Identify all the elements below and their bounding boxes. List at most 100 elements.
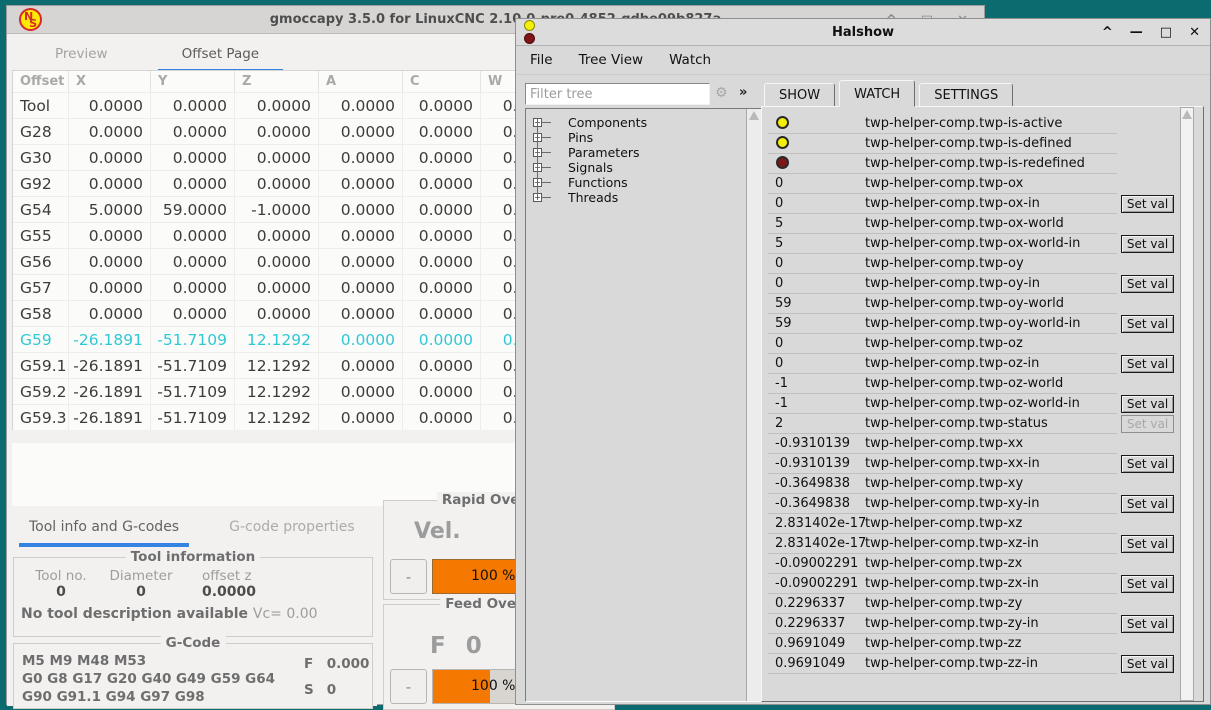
halshow-tab[interactable]: SETTINGS <box>919 83 1013 107</box>
tree-item[interactable]: + Pins <box>526 130 761 145</box>
rapid-override-minus-button[interactable]: - <box>390 559 427 594</box>
set-val-button[interactable]: Set val <box>1121 275 1174 293</box>
offset-c[interactable]: 0.0000 <box>403 171 481 196</box>
offset-x[interactable]: 0.0000 <box>69 301 151 326</box>
offset-y[interactable]: 0.0000 <box>151 275 235 300</box>
offset-x[interactable]: 0.0000 <box>69 249 151 274</box>
scroll-up-icon[interactable] <box>749 111 759 120</box>
scroll-up-icon[interactable] <box>1182 110 1192 119</box>
set-val-button[interactable]: Set val <box>1121 455 1174 473</box>
set-val-button[interactable]: Set val <box>1121 395 1174 413</box>
offset-a[interactable]: 0.0000 <box>319 379 403 404</box>
offset-y[interactable]: 0.0000 <box>151 145 235 170</box>
offset-y[interactable]: 0.0000 <box>151 223 235 248</box>
set-val-button[interactable]: Set val <box>1121 535 1174 553</box>
offset-x[interactable]: -26.1891 <box>69 327 151 352</box>
offset-a[interactable]: 0.0000 <box>319 327 403 352</box>
offset-x[interactable]: 0.0000 <box>69 119 151 144</box>
set-val-button[interactable]: Set val <box>1121 415 1174 433</box>
offset-c[interactable]: 0.0000 <box>403 379 481 404</box>
set-val-button[interactable]: Set val <box>1121 495 1174 513</box>
offset-x[interactable]: 0.0000 <box>69 145 151 170</box>
menu-item[interactable]: Watch <box>669 52 711 68</box>
offset-y[interactable]: 0.0000 <box>151 249 235 274</box>
offset-y[interactable]: 59.0000 <box>151 197 235 222</box>
offset-y[interactable]: -51.7109 <box>151 327 235 352</box>
tree-item[interactable]: + Components <box>526 115 761 130</box>
gear-icon[interactable]: ⚙ <box>715 85 728 101</box>
offset-x[interactable]: 0.0000 <box>69 275 151 300</box>
maximize-icon[interactable]: □ <box>1160 25 1172 40</box>
offset-z[interactable]: 12.1292 <box>235 379 319 404</box>
gmoccapy-tab[interactable]: Offset Page <box>158 43 284 73</box>
offset-z[interactable]: 0.0000 <box>235 249 319 274</box>
offset-a[interactable]: 0.0000 <box>319 93 403 118</box>
offset-z[interactable]: 0.0000 <box>235 93 319 118</box>
tree-item[interactable]: + Parameters <box>526 145 761 160</box>
offset-y[interactable]: -51.7109 <box>151 353 235 378</box>
halshow-titlebar[interactable]: Halshow ^ — □ ✕ <box>516 19 1210 46</box>
offset-z[interactable]: 0.0000 <box>235 301 319 326</box>
filter-tree-input[interactable] <box>525 83 710 105</box>
offset-x[interactable]: 0.0000 <box>69 93 151 118</box>
offset-a[interactable]: 0.0000 <box>319 301 403 326</box>
tree-item[interactable]: + Signals <box>526 160 761 175</box>
offset-x[interactable]: -26.1891 <box>69 353 151 378</box>
tree-item[interactable]: + Functions <box>526 175 761 190</box>
info-tab[interactable]: Tool info and G-codes <box>19 516 189 547</box>
offset-z[interactable]: 12.1292 <box>235 405 319 430</box>
offset-y[interactable]: -51.7109 <box>151 379 235 404</box>
tree-scrollbar[interactable] <box>746 109 761 701</box>
offset-a[interactable]: 0.0000 <box>319 171 403 196</box>
offset-x[interactable]: 0.0000 <box>69 171 151 196</box>
offset-a[interactable]: 0.0000 <box>319 249 403 274</box>
offset-z[interactable]: 12.1292 <box>235 327 319 352</box>
set-val-button[interactable]: Set val <box>1121 235 1174 253</box>
offset-a[interactable]: 0.0000 <box>319 405 403 430</box>
offset-c[interactable]: 0.0000 <box>403 249 481 274</box>
set-val-button[interactable]: Set val <box>1121 655 1174 673</box>
offset-x[interactable]: 0.0000 <box>69 223 151 248</box>
set-val-button[interactable]: Set val <box>1121 575 1174 593</box>
offset-c[interactable]: 0.0000 <box>403 145 481 170</box>
minimize-icon[interactable]: — <box>1130 25 1143 40</box>
offset-c[interactable]: 0.0000 <box>403 327 481 352</box>
offset-z[interactable]: 12.1292 <box>235 353 319 378</box>
halshow-tab[interactable]: SHOW <box>764 83 835 107</box>
offset-y[interactable]: 0.0000 <box>151 93 235 118</box>
menu-item[interactable]: File <box>530 52 553 68</box>
watch-scrollbar[interactable] <box>1180 107 1194 701</box>
offset-y[interactable]: 0.0000 <box>151 171 235 196</box>
offset-a[interactable]: 0.0000 <box>319 223 403 248</box>
offset-z[interactable]: 0.0000 <box>235 145 319 170</box>
offset-x[interactable]: -26.1891 <box>69 405 151 430</box>
offset-y[interactable]: 0.0000 <box>151 119 235 144</box>
set-val-button[interactable]: Set val <box>1121 355 1174 373</box>
offset-c[interactable]: 0.0000 <box>403 93 481 118</box>
offset-c[interactable]: 0.0000 <box>403 275 481 300</box>
set-val-button[interactable]: Set val <box>1121 315 1174 333</box>
offset-z[interactable]: 0.0000 <box>235 171 319 196</box>
set-val-button[interactable]: Set val <box>1121 195 1174 213</box>
offset-z[interactable]: 0.0000 <box>235 223 319 248</box>
offset-a[interactable]: 0.0000 <box>319 197 403 222</box>
set-val-button[interactable]: Set val <box>1121 615 1174 633</box>
halshow-tab[interactable]: WATCH <box>839 80 915 107</box>
menu-item[interactable]: Tree View <box>579 52 643 68</box>
info-tab[interactable]: G-code properties <box>219 516 365 547</box>
offset-c[interactable]: 0.0000 <box>403 405 481 430</box>
offset-x[interactable]: 5.0000 <box>69 197 151 222</box>
offset-c[interactable]: 0.0000 <box>403 353 481 378</box>
shade-icon[interactable]: ^ <box>1102 25 1113 40</box>
feed-override-minus-button[interactable]: - <box>390 669 427 704</box>
offset-c[interactable]: 0.0000 <box>403 301 481 326</box>
offset-a[interactable]: 0.0000 <box>319 275 403 300</box>
offset-y[interactable]: 0.0000 <box>151 301 235 326</box>
offset-c[interactable]: 0.0000 <box>403 197 481 222</box>
offset-a[interactable]: 0.0000 <box>319 145 403 170</box>
offset-z[interactable]: 0.0000 <box>235 119 319 144</box>
offset-z[interactable]: -1.0000 <box>235 197 319 222</box>
offset-a[interactable]: 0.0000 <box>319 119 403 144</box>
offset-a[interactable]: 0.0000 <box>319 353 403 378</box>
offset-x[interactable]: -26.1891 <box>69 379 151 404</box>
